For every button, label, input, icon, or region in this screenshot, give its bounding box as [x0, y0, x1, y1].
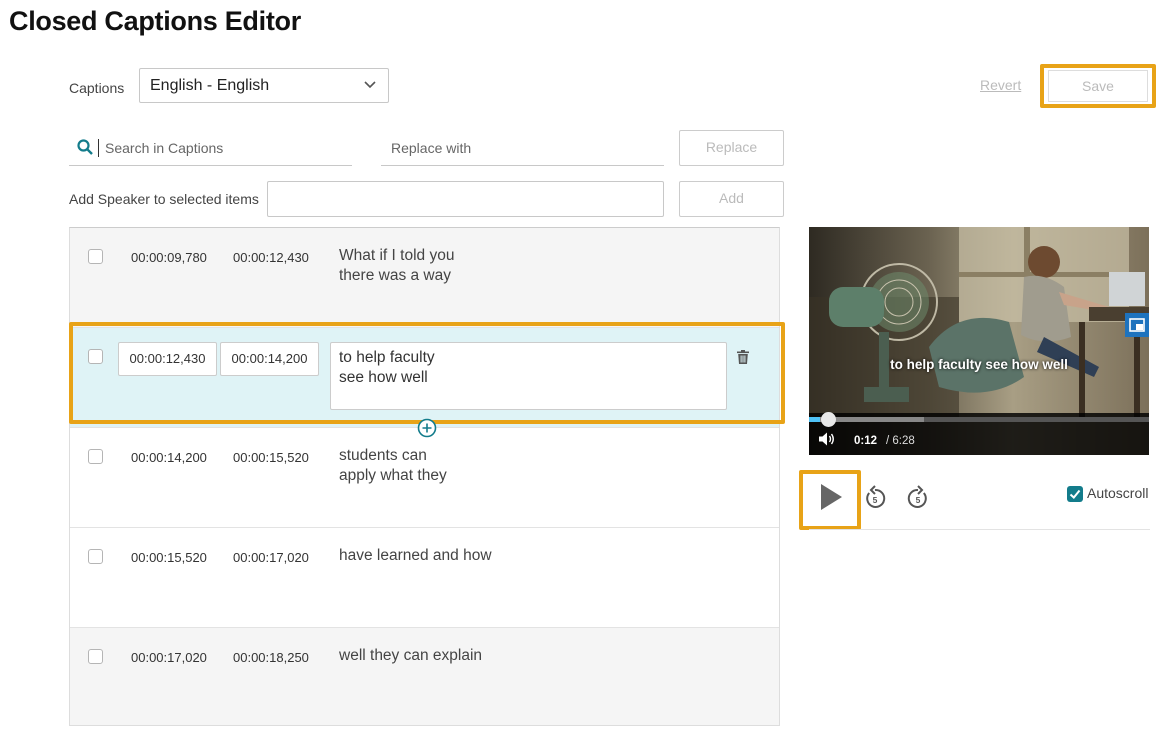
add-caption-plus-icon[interactable] — [417, 418, 437, 438]
divider — [809, 529, 1150, 530]
autoscroll-checkbox[interactable] — [1067, 486, 1083, 502]
start-time: 00:00:09,780 — [131, 250, 207, 265]
search-icon — [77, 139, 93, 155]
forward-seconds-label: 5 — [916, 495, 921, 505]
replace-button[interactable]: Replace — [679, 130, 784, 166]
selected-row-highlight — [69, 322, 785, 424]
duration: / 6:28 — [886, 435, 915, 447]
end-time: 00:00:17,020 — [233, 550, 309, 565]
caption-text: What if I told you there was a way — [339, 247, 455, 284]
replace-placeholder: Replace with — [391, 140, 472, 156]
row-checkbox[interactable] — [88, 649, 103, 664]
forward-5-button[interactable]: 5 — [906, 484, 930, 510]
revert-link[interactable]: Revert — [980, 77, 1021, 93]
current-time: 0:12 — [854, 435, 878, 447]
captions-label: Captions — [69, 80, 125, 96]
add-speaker-button[interactable]: Add — [679, 181, 784, 217]
caption-text: have learned and how — [339, 547, 492, 564]
start-time: 00:00:17,020 — [131, 650, 207, 665]
rewind-5-button[interactable]: 5 — [863, 484, 887, 510]
text-cursor — [98, 139, 99, 157]
rewind-seconds-label: 5 — [873, 495, 878, 505]
row-checkbox[interactable] — [88, 449, 103, 464]
start-time: 00:00:15,520 — [131, 550, 207, 565]
caption-row[interactable]: 00:00:17,020 00:00:18,250 well they can … — [70, 628, 779, 725]
end-time: 00:00:18,250 — [233, 650, 309, 665]
captions-list: 00:00:09,780 00:00:12,430 What if I told… — [69, 227, 780, 726]
end-time: 00:00:12,430 — [233, 250, 309, 265]
video-control-bar: 0:12 / 6:28 — [809, 412, 1149, 455]
progress-handle[interactable] — [820, 412, 836, 427]
caption-row[interactable]: 00:00:14,200 00:00:15,520 students can a… — [70, 428, 779, 528]
caption-text: students can apply what they — [339, 447, 447, 484]
autoscroll-label: Autoscroll — [1087, 485, 1149, 501]
volume-icon[interactable] — [819, 432, 835, 446]
search-input[interactable]: Search in Captions — [69, 131, 352, 166]
video-player[interactable]: to help faculty see how well 0:12 / 6:28 — [809, 227, 1149, 455]
save-button[interactable]: Save — [1048, 70, 1148, 102]
forward-icon: 5 — [907, 485, 927, 508]
chevron-down-icon — [364, 81, 376, 89]
picture-in-picture-button[interactable] — [1125, 313, 1149, 337]
add-speaker-label: Add Speaker to selected items — [69, 191, 259, 207]
caption-row[interactable]: 00:00:15,520 00:00:17,020 have learned a… — [70, 528, 779, 628]
language-select[interactable]: English - English — [139, 68, 389, 103]
progress-fill — [809, 417, 820, 422]
progress-track[interactable] — [809, 412, 1149, 427]
start-time: 00:00:14,200 — [131, 450, 207, 465]
language-select-value: English - English — [150, 77, 270, 94]
caption-row[interactable]: 00:00:09,780 00:00:12,430 What if I told… — [70, 228, 779, 328]
caption-text: well they can explain — [339, 647, 483, 664]
video-subtitle: to help faculty see how well — [890, 357, 1068, 372]
page-title: Closed Captions Editor — [9, 6, 301, 36]
row-checkbox[interactable] — [88, 249, 103, 264]
end-time: 00:00:15,520 — [233, 450, 309, 465]
row-checkbox[interactable] — [88, 549, 103, 564]
checkmark-icon — [1069, 489, 1081, 499]
replace-input[interactable]: Replace with — [381, 131, 664, 166]
picture-in-picture-icon — [1129, 318, 1145, 332]
rewind-icon: 5 — [866, 485, 886, 508]
speaker-input[interactable] — [267, 181, 664, 217]
search-placeholder: Search in Captions — [105, 140, 224, 156]
play-icon[interactable] — [819, 483, 843, 511]
